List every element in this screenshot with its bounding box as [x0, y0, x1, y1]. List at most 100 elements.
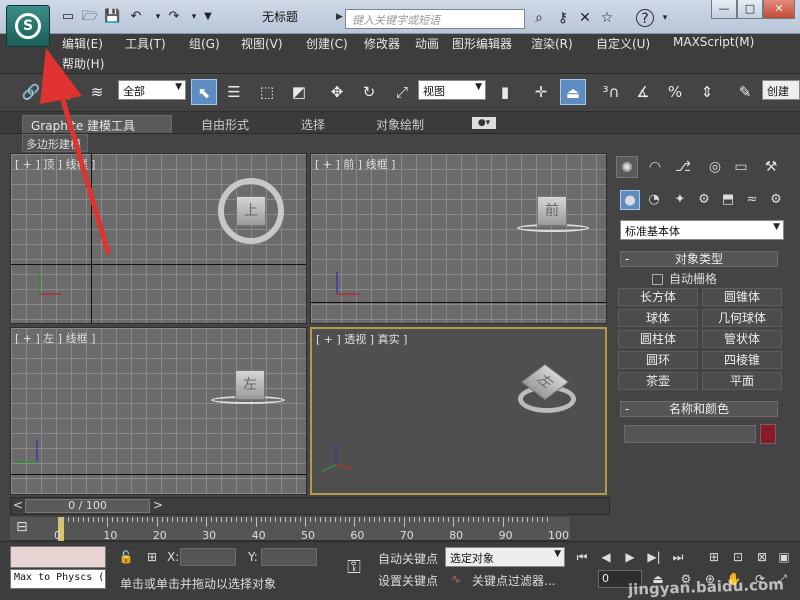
menu-rendering[interactable]: 渲染(R)	[531, 35, 573, 52]
y-coord-field[interactable]	[261, 548, 317, 566]
display-tab-icon[interactable]: ▭	[730, 156, 752, 178]
bind-space-warp-icon[interactable]: ≋	[84, 79, 110, 105]
ribbon-options-icon[interactable]: ●▾	[472, 117, 496, 129]
menu-help[interactable]: 帮助(H)	[62, 55, 104, 72]
shapes-icon[interactable]: ◔	[644, 190, 664, 210]
modify-tab-icon[interactable]: ◠	[644, 156, 666, 178]
ribbon-subpanel-polygon-modeling[interactable]: 多边形建模	[22, 134, 88, 152]
space-warps-icon[interactable]: ≈	[742, 190, 762, 210]
rectangular-selection-icon[interactable]: ⬚	[254, 79, 280, 105]
object-type-button[interactable]: 圆柱体	[618, 330, 698, 348]
zoom-all-icon[interactable]: ⊞	[704, 548, 724, 566]
tab-freeform[interactable]: 自由形式	[193, 115, 257, 133]
tab-object-paint[interactable]: 对象绘制	[368, 115, 432, 133]
select-and-scale-icon[interactable]: ⤢	[389, 79, 415, 105]
edit-named-selection-icon[interactable]: ✎	[732, 79, 758, 105]
application-button[interactable]: S	[6, 5, 50, 47]
viewport-front[interactable]: [ + ] 前 ] 线框 ] 前	[310, 153, 607, 324]
select-and-manipulate-icon[interactable]: ✛	[528, 79, 554, 105]
cameras-icon[interactable]: ⚙	[694, 190, 714, 210]
viewport-label-top[interactable]: [ + ] 顶 ] 线框 ]	[15, 156, 95, 172]
menu-customize[interactable]: 自定义(U)	[596, 35, 650, 52]
object-type-button[interactable]: 茶壶	[618, 372, 698, 390]
binoculars-icon[interactable]: ⌕	[530, 9, 548, 27]
select-and-move-icon[interactable]: ✥	[324, 79, 350, 105]
communication-center-icon[interactable]: ✕	[576, 9, 594, 27]
quick-access-dropdown-icon[interactable]: ▼	[200, 9, 216, 25]
set-key-icon[interactable]: ⚿	[337, 559, 371, 577]
go-to-end-icon[interactable]: ⏭	[668, 548, 688, 566]
select-and-link-icon[interactable]: 🔗	[18, 79, 44, 105]
close-button[interactable]: ✕	[763, 0, 795, 19]
systems-icon[interactable]: ⚙	[766, 190, 786, 210]
snaps-toggle-icon[interactable]: ³∩	[598, 79, 624, 105]
key-filters-button[interactable]: 关键点过滤器...	[472, 572, 555, 589]
play-icon[interactable]: ▶	[620, 548, 640, 566]
helpers-icon[interactable]: ⬒	[718, 190, 738, 210]
menu-tools[interactable]: 工具(T)	[125, 35, 166, 52]
search-expand-icon[interactable]: ▶	[336, 12, 343, 22]
object-type-button[interactable]: 圆锥体	[702, 288, 782, 306]
save-icon[interactable]: 💾	[104, 9, 120, 25]
x-coord-field[interactable]	[180, 548, 236, 566]
lock-selection-icon[interactable]: 🔓	[116, 548, 136, 566]
select-and-rotate-icon[interactable]: ↻	[356, 79, 382, 105]
hierarchy-tab-icon[interactable]: ⎇	[672, 156, 694, 178]
pivot-center-icon[interactable]: ▮	[492, 79, 518, 105]
time-slider-thumb[interactable]: 0 / 100	[25, 499, 150, 513]
object-type-button[interactable]: 几何球体	[702, 309, 782, 327]
help-dropdown-icon[interactable]: ▾	[656, 9, 674, 27]
object-name-field[interactable]	[624, 425, 756, 443]
zoom-extents-all-icon[interactable]: ⊠	[752, 548, 772, 566]
maximize-button[interactable]: □	[737, 0, 763, 19]
viewport-perspective[interactable]: [ + ] 透视 ] 真实 ] 左	[310, 327, 607, 495]
undo-icon[interactable]: ↶	[128, 9, 144, 25]
percent-snap-icon[interactable]: %	[662, 79, 688, 105]
track-bar[interactable]: 0 10 20 30 40 50 60 70 80 90 100	[10, 517, 570, 542]
maxscript-listener-input[interactable]: Max to Physcs (	[10, 569, 106, 589]
key-filter-dropdown[interactable]: 选定对象 ▼	[445, 547, 565, 567]
new-file-icon[interactable]: ▭	[60, 9, 76, 25]
viewport-label-perspective[interactable]: [ + ] 透视 ] 真实 ]	[316, 331, 407, 347]
geometry-icon[interactable]: ●	[620, 190, 640, 210]
open-file-icon[interactable]: 🗁	[82, 9, 98, 25]
utilities-tab-icon[interactable]: ⚒	[760, 156, 782, 178]
time-next-button[interactable]: >	[153, 498, 163, 512]
time-prev-button[interactable]: <	[13, 498, 23, 512]
viewport-label-left[interactable]: [ + ] 左 ] 线框 ]	[15, 330, 95, 346]
selection-filter-dropdown[interactable]: 全部 ▼	[118, 80, 186, 100]
mini-curve-editor-icon[interactable]: ⊟	[16, 519, 40, 539]
key-icon[interactable]: ⚷	[554, 9, 572, 27]
menu-group[interactable]: 组(G)	[189, 35, 220, 52]
maxscript-listener-top[interactable]	[10, 546, 106, 568]
viewcube-top[interactable]: 上	[236, 196, 266, 226]
tab-selection[interactable]: 选择	[293, 115, 333, 133]
menu-animation[interactable]: 动画	[415, 35, 439, 52]
zoom-extents-icon[interactable]: ⊡	[728, 548, 748, 566]
viewport-left[interactable]: [ + ] 左 ] 线框 ] 左	[10, 327, 307, 495]
undo-dropdown-icon[interactable]: ▾	[150, 9, 166, 25]
viewcube-left[interactable]: 左	[235, 370, 265, 400]
motion-tab-icon[interactable]: ◎	[704, 156, 726, 178]
auto-key-button[interactable]: 自动关键点	[378, 550, 438, 567]
menu-graph-editors[interactable]: 图形编辑器	[452, 35, 512, 52]
named-selection-field[interactable]: 创建	[762, 80, 800, 100]
object-type-button[interactable]: 长方体	[618, 288, 698, 306]
select-by-name-icon[interactable]: ☰	[221, 79, 247, 105]
redo-icon[interactable]: ↷	[166, 9, 182, 25]
menu-create[interactable]: 创建(C)	[306, 35, 348, 52]
angle-snap-icon[interactable]: ∡	[630, 79, 656, 105]
object-type-button[interactable]: 平面	[702, 372, 782, 390]
minimize-button[interactable]: —	[711, 0, 737, 19]
unlink-icon[interactable]: ⛓	[52, 79, 78, 105]
next-frame-icon[interactable]: ▶|	[644, 548, 664, 566]
viewport-top[interactable]: [ + ] 顶 ] 线框 ] 上	[10, 153, 307, 324]
search-input[interactable]: 键入关键字或短语	[345, 9, 525, 29]
reference-coordinate-dropdown[interactable]: 视图 ▼	[418, 80, 486, 100]
viewport-label-front[interactable]: [ + ] 前 ] 线框 ]	[315, 156, 395, 172]
autogrid-checkbox[interactable]: 自动栅格	[652, 270, 717, 287]
help-icon[interactable]: ?	[636, 9, 654, 27]
rollout-object-type[interactable]: - 对象类型	[620, 251, 778, 267]
object-type-button[interactable]: 四棱锥	[702, 351, 782, 369]
lights-icon[interactable]: ✦	[670, 190, 690, 210]
